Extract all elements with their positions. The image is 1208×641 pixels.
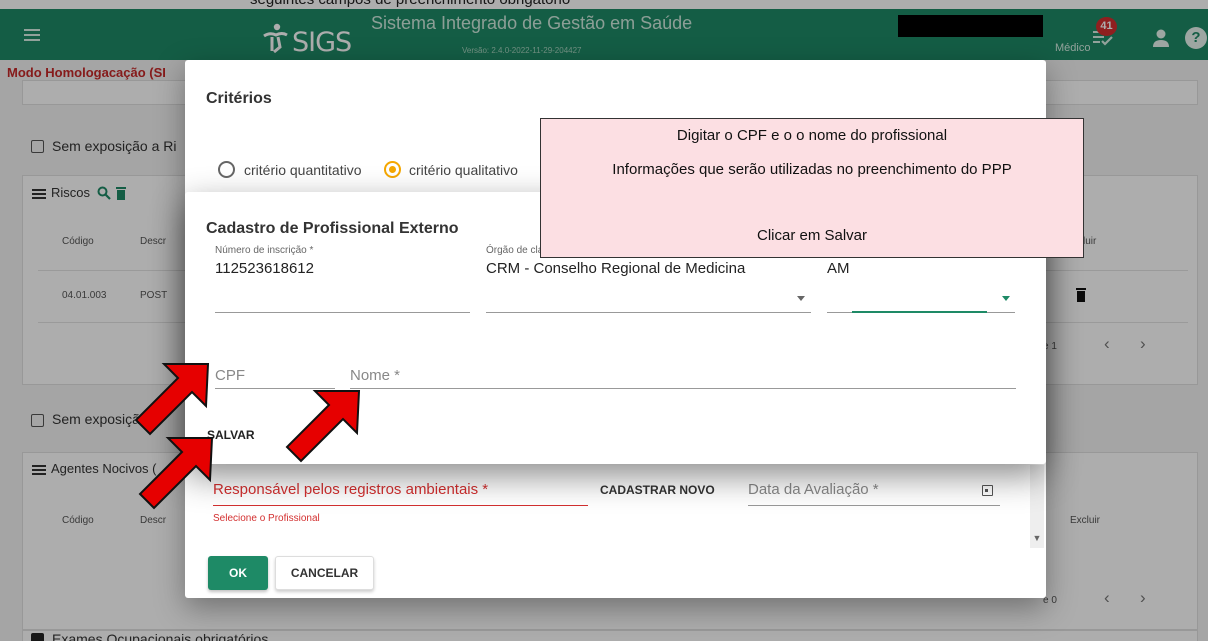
uf-value[interactable]: AM (827, 260, 850, 277)
radio-quantitativo-label[interactable]: critério quantitativo (244, 162, 362, 178)
field-underline (350, 388, 1016, 389)
scroll-down-icon[interactable]: ▼ (1031, 533, 1043, 547)
field-underline (215, 312, 470, 313)
radio-qualitativo[interactable] (384, 161, 401, 178)
ok-button[interactable]: OK (208, 556, 268, 590)
radio-qualitativo-label[interactable]: critério qualitativo (409, 162, 518, 178)
callout-line-2: Informações que serão utilizadas no pree… (612, 161, 1012, 178)
criterios-title: Critérios (206, 90, 272, 107)
cpf-placeholder[interactable]: CPF (215, 367, 245, 384)
callout-line-1: Digitar o CPF e o o nome do profissional (676, 127, 948, 144)
numero-inscricao-value[interactable]: 112523618612 (215, 260, 314, 277)
instruction-callout: Digitar o CPF e o o nome do profissional… (540, 118, 1084, 258)
red-arrow-icon (134, 363, 210, 436)
red-arrow-icon (285, 390, 361, 463)
callout-line-3: Clicar em Salvar (756, 227, 868, 244)
responsavel-hint: Selecione o Profissional (213, 513, 320, 524)
orgao-classe-value[interactable]: CRM - Conselho Regional de Medicina (486, 260, 745, 277)
red-arrow-icon (138, 437, 214, 510)
nome-placeholder[interactable]: Nome * (350, 367, 400, 384)
cadastrar-novo-button[interactable]: CADASTRAR NOVO (600, 483, 715, 497)
cadastro-title: Cadastro de Profissional Externo (206, 220, 459, 237)
cpf-input[interactable]: CPF (215, 367, 335, 389)
field-focus-underline (852, 311, 987, 313)
cancel-button[interactable]: CANCELAR (275, 556, 374, 590)
numero-inscricao-field[interactable]: Número de inscrição * 112523618612 (215, 245, 470, 313)
field-underline (486, 312, 811, 313)
chevron-down-icon[interactable] (1002, 296, 1010, 301)
numero-inscricao-label: Número de inscrição * (215, 245, 314, 256)
chevron-down-icon[interactable] (797, 296, 805, 301)
calendar-icon[interactable] (982, 485, 993, 496)
radio-quantitativo[interactable] (218, 161, 235, 178)
responsavel-field[interactable]: Responsável pelos registros ambientais * (213, 481, 588, 506)
data-avaliacao-field[interactable]: Data da Avaliação * (748, 481, 1000, 506)
nome-input[interactable]: Nome * (350, 367, 1016, 389)
